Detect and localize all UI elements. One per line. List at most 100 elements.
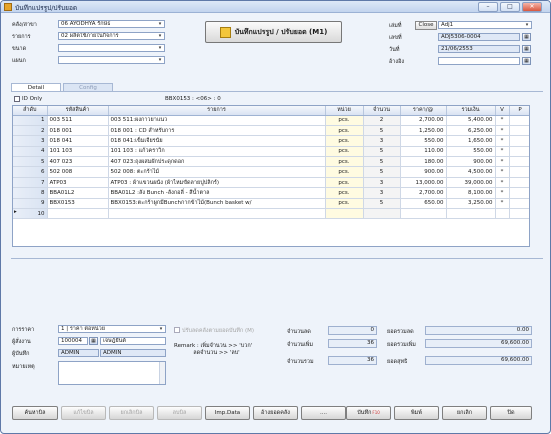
row-code[interactable]: 018 041	[47, 135, 109, 147]
row-p[interactable]	[509, 166, 529, 178]
row-amount[interactable]: 550.00	[446, 146, 496, 158]
print-button[interactable]: พิมพ์	[394, 406, 439, 420]
row-price[interactable]: 650.00	[400, 198, 447, 210]
row-qty[interactable]: 5	[363, 125, 401, 137]
row-p[interactable]	[509, 198, 529, 210]
row-amount[interactable]: 900.00	[446, 156, 496, 168]
close-window-button[interactable]: ✕	[522, 2, 542, 12]
row-price[interactable]: 2,700.00	[400, 187, 447, 199]
row-desc[interactable]: 018 001 : CD สำหรับการ	[108, 125, 326, 137]
row-seq[interactable]: 7	[13, 177, 48, 189]
row-code[interactable]: 101 103	[47, 146, 109, 158]
search-bill-button[interactable]: ค้นหาบิล	[12, 406, 58, 420]
row-v[interactable]: *	[495, 187, 510, 199]
row-v[interactable]: *	[495, 177, 510, 189]
row-unit[interactable]	[325, 208, 364, 220]
table-row[interactable]: 5 407 023 407 023:ถุงผสมผักประดุกดอก pcs. 5 1…	[13, 156, 529, 168]
cost-select[interactable]: 1 | ราคา ต่อหน่วย ▾	[58, 325, 166, 333]
row-qty[interactable]: 3	[363, 135, 401, 147]
close-button[interactable]: ปิด	[490, 406, 532, 420]
ref-stock-button[interactable]: อ้างยอดคลัง	[253, 406, 298, 420]
row-desc[interactable]: ATP03 : ผ้าแขวนผนัง (ผ้าไหมขัดลายปูปลิกร…	[108, 177, 326, 189]
row-desc[interactable]: 018 041:เข็มเจียรนัย	[108, 135, 326, 147]
col-qty[interactable]: จำนวน	[363, 106, 401, 116]
row-seq[interactable]: 1	[13, 115, 48, 126]
ref-field[interactable]	[438, 57, 520, 65]
row-qty[interactable]: 2	[363, 115, 401, 126]
col-desc[interactable]: รายการ	[108, 106, 326, 116]
row-v[interactable]: *	[495, 115, 510, 126]
table-row[interactable]: 2 018 001 018 001 : CD สำหรับการ pcs. 5 1,250…	[13, 125, 529, 137]
row-qty[interactable]: 3	[363, 187, 401, 199]
row-amount[interactable]: 1,650.00	[446, 135, 496, 147]
row-code[interactable]: 018 001	[47, 125, 109, 137]
save-button[interactable]: บันทึกF10	[346, 406, 391, 420]
row-v[interactable]: *	[495, 156, 510, 168]
row-price[interactable]	[400, 208, 447, 220]
col-p[interactable]: P	[509, 106, 529, 116]
table-row[interactable]: 6 502 008 502 008: ตะกร้าไม้ pcs. 5 900.00 4,5…	[13, 166, 529, 178]
import-data-button[interactable]: Imp.Data	[205, 406, 250, 420]
row-amount[interactable]: 4,500.00	[446, 166, 496, 178]
row-desc[interactable]: BBA01L2 :ลัง Bunch -ลังกอลี่ - สีน้ำตาล	[108, 187, 326, 199]
table-row[interactable]: 8 BBA01L2 BBA01L2 :ลัง Bunch -ลังกอลี่ - ส…	[13, 187, 529, 199]
edit-bill-button[interactable]: แก้ไขบิล	[61, 406, 106, 420]
date-field[interactable]: 21/06/2553	[438, 45, 520, 53]
row-amount[interactable]: 39,000.00	[446, 177, 496, 189]
table-row[interactable]: 4 101 103 101 103 : แก้วคราวิก pcs. 5 110.00 5…	[13, 146, 529, 158]
row-amount[interactable]: 3,250.00	[446, 198, 496, 210]
row-unit[interactable]: pcs.	[325, 146, 364, 158]
docno-field[interactable]: ADJ5306-0004	[438, 33, 520, 41]
row-unit[interactable]: pcs.	[325, 187, 364, 199]
row-desc[interactable]	[108, 208, 326, 220]
adjust-record-button[interactable]: บันทึกแปรรูป / ปรับยอด (M1)	[205, 21, 342, 43]
table-row[interactable]: 3 018 041 018 041:เข็มเจียรนัย pcs. 3 550.00 1…	[13, 135, 529, 147]
row-code[interactable]: BBA01L2	[47, 187, 109, 199]
row-price[interactable]: 110.00	[400, 146, 447, 158]
row-unit[interactable]: pcs.	[325, 135, 364, 147]
row-unit[interactable]: pcs.	[325, 115, 364, 126]
row-p[interactable]	[509, 146, 529, 158]
lookup-icon[interactable]: ▦	[522, 57, 531, 65]
calendar-icon[interactable]: ▦	[522, 45, 531, 53]
row-desc[interactable]: 003 511:ผงกาวยาแนว	[108, 115, 326, 126]
table-row[interactable]: 7 ATP03 ATP03 : ผ้าแขวนผนัง (ผ้าไหมขัดลายป…	[13, 177, 529, 189]
row-seq[interactable]: 6	[13, 166, 48, 178]
col-price[interactable]: ราคา/@	[400, 106, 447, 116]
more-button[interactable]: ....	[301, 406, 346, 420]
row-unit[interactable]: pcs.	[325, 156, 364, 168]
cancel-button[interactable]: ยกเลิก	[442, 406, 487, 420]
book-close-button[interactable]: Close	[415, 21, 437, 30]
row-p[interactable]	[509, 208, 529, 220]
col-amount[interactable]: รวมเงิน	[446, 106, 496, 116]
row-p[interactable]	[509, 177, 529, 189]
col-unit[interactable]: หน่วย	[325, 106, 364, 116]
row-seq[interactable]: 9	[13, 198, 48, 210]
row-code[interactable]: ▦	[47, 208, 109, 220]
row-amount[interactable]: 8,100.00	[446, 187, 496, 199]
row-amount[interactable]: 5,400.00	[446, 115, 496, 126]
row-v[interactable]: *	[495, 166, 510, 178]
row-code[interactable]: 502 008	[47, 166, 109, 178]
row-price[interactable]: 2,700.00	[400, 115, 447, 126]
row-seq[interactable]: 4	[13, 146, 48, 158]
row-v[interactable]: *	[495, 198, 510, 210]
lookup-icon[interactable]: ▦	[89, 337, 98, 345]
row-qty[interactable]: 5	[363, 146, 401, 158]
row-qty[interactable]	[363, 208, 401, 220]
item-type-select[interactable]: 02 ผลิตใช้ภายในกิจการ ▾	[58, 32, 165, 40]
row-seq[interactable]: 5	[13, 156, 48, 168]
row-seq[interactable]: 2	[13, 125, 48, 137]
warehouse-select[interactable]: 06 AYODHYA รักษ์ธ ▾	[58, 20, 165, 28]
delete-bill-button[interactable]: ลบบิล	[157, 406, 202, 420]
table-row[interactable]: 1 003 511 003 511:ผงกาวยาแนว pcs. 2 2,700.00 5…	[13, 115, 529, 126]
row-price[interactable]: 180.00	[400, 156, 447, 168]
row-v[interactable]: *	[495, 125, 510, 137]
col-code[interactable]: รหัสสินค้า	[47, 106, 109, 116]
row-code[interactable]: ATP03	[47, 177, 109, 189]
row-qty[interactable]: 5	[363, 166, 401, 178]
row-amount[interactable]: 6,250.00	[446, 125, 496, 137]
row-desc[interactable]: 407 023:ถุงผสมผักประดุกดอก	[108, 156, 326, 168]
row-p[interactable]	[509, 156, 529, 168]
size-select[interactable]: ▾	[58, 44, 165, 52]
